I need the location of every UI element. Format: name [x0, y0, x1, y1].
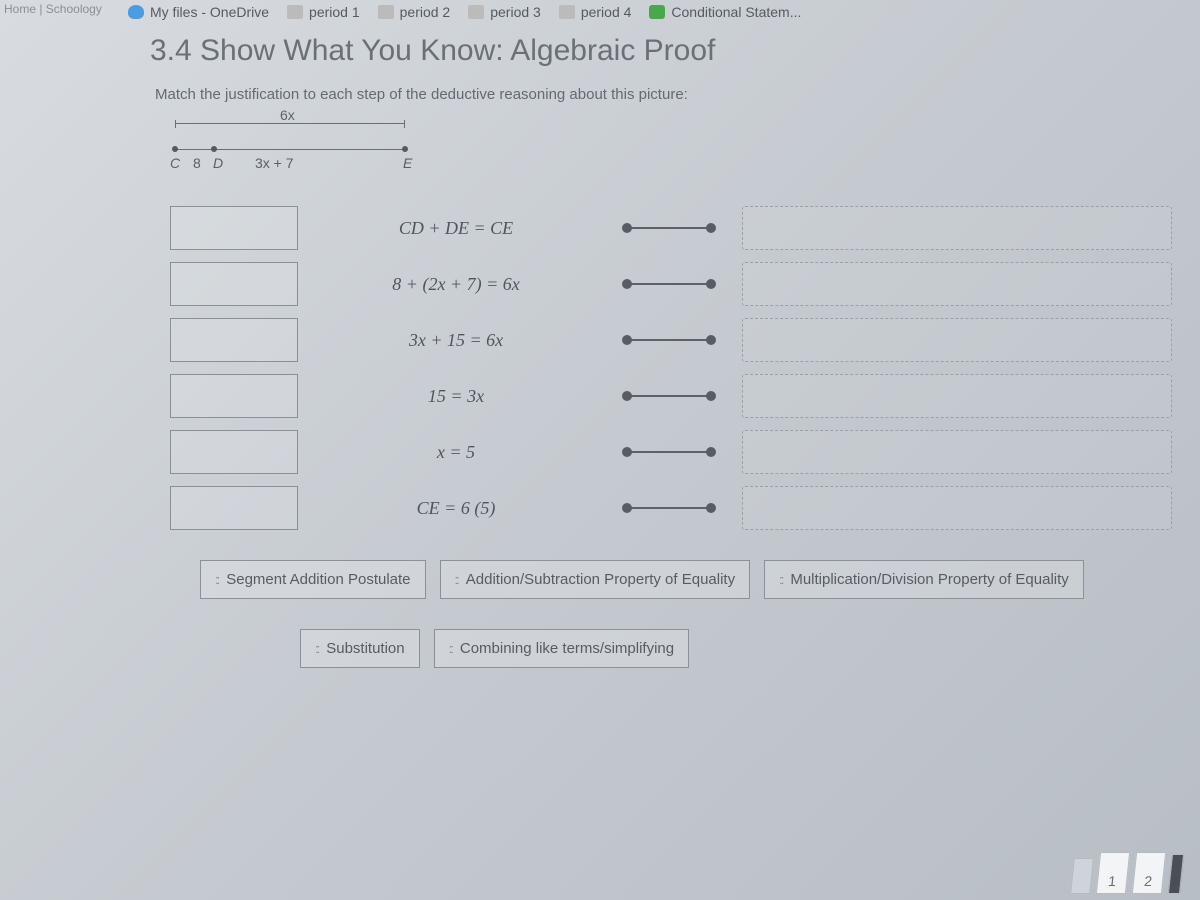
chip-label: Addition/Subtraction Property of Equalit…: [466, 571, 735, 588]
folder-icon: [287, 5, 303, 19]
bookmark-label: period 1: [309, 4, 360, 20]
bookmark-label: My files - OneDrive: [150, 4, 269, 20]
step-number-box[interactable]: [170, 206, 298, 250]
check-icon: [649, 5, 665, 19]
proof-row: 3x + 15 = 6x: [170, 318, 1200, 362]
chip-label: Segment Addition Postulate: [226, 571, 410, 588]
figure-point-d: D: [213, 155, 223, 171]
justification-dropzone[interactable]: [742, 430, 1172, 474]
bookmark-label: period 4: [581, 4, 632, 20]
bookmark-period3[interactable]: period 3: [468, 4, 541, 20]
proof-row: CE = 6 (5): [170, 486, 1200, 530]
page-title: 3.4 Show What You Know: Algebraic Proof: [0, 24, 1200, 86]
chip-segment-addition[interactable]: :: Segment Addition Postulate: [200, 560, 426, 599]
grip-icon: ::: [779, 572, 782, 587]
segment-figure: 6x C 8 D 3x + 7 E: [175, 121, 435, 181]
justification-dropzone[interactable]: [742, 206, 1172, 250]
proof-row: x = 5: [170, 430, 1200, 474]
proof-equation: CE = 6 (5): [316, 498, 596, 519]
chip-substitution[interactable]: :: Substitution: [300, 629, 420, 668]
chip-label: Multiplication/Division Property of Equa…: [790, 571, 1068, 588]
proof-equation: 15 = 3x: [316, 386, 596, 407]
grip-icon: ::: [455, 572, 458, 587]
connector-icon: [614, 494, 724, 522]
folder-icon: [468, 5, 484, 19]
page-corner: 1 2: [1072, 852, 1182, 894]
folder-icon: [378, 5, 394, 19]
connector-icon: [614, 438, 724, 466]
grip-icon: ::: [315, 641, 318, 656]
justification-dropzone[interactable]: [742, 486, 1172, 530]
chip-mult-div-equality[interactable]: :: Multiplication/Division Property of E…: [764, 560, 1084, 599]
proof-row: 15 = 3x: [170, 374, 1200, 418]
proof-equation: CD + DE = CE: [316, 218, 596, 239]
partial-text-left: Home | Schoology: [4, 2, 102, 16]
chip-label: Combining like terms/simplifying: [460, 640, 674, 657]
justification-dropzone[interactable]: [742, 374, 1172, 418]
bookmark-conditional[interactable]: Conditional Statem...: [649, 4, 801, 20]
connector-icon: [614, 382, 724, 410]
proof-equation: x = 5: [316, 442, 596, 463]
grip-icon: ::: [215, 572, 218, 587]
bookmark-label: period 2: [400, 4, 451, 20]
step-number-box[interactable]: [170, 262, 298, 306]
connector-icon: [614, 214, 724, 242]
page-edge: [1168, 854, 1184, 894]
proof-equation: 8 + (2x + 7) = 6x: [316, 274, 596, 295]
figure-seg-cd: 8: [193, 155, 201, 171]
bookmark-period2[interactable]: period 2: [378, 4, 451, 20]
chip-label: Substitution: [326, 640, 404, 657]
justification-dropzone[interactable]: [742, 262, 1172, 306]
connector-icon: [614, 326, 724, 354]
justification-dropzone[interactable]: [742, 318, 1172, 362]
bookmark-label: period 3: [490, 4, 541, 20]
figure-point-e: E: [403, 155, 412, 171]
figure-top-label: 6x: [280, 107, 295, 123]
instructions-text: Match the justification to each step of …: [0, 86, 1200, 121]
bookmark-label: Conditional Statem...: [671, 4, 801, 20]
answer-bank-row2: :: Substitution :: Combining like terms/…: [300, 629, 1000, 668]
page-1[interactable]: 1: [1096, 852, 1130, 894]
page-2[interactable]: 2: [1132, 852, 1166, 894]
folder-icon: [559, 5, 575, 19]
answer-bank: :: Segment Addition Postulate :: Additio…: [200, 560, 1160, 599]
connector-icon: [614, 270, 724, 298]
page-prev[interactable]: [1070, 858, 1094, 894]
proof-row: 8 + (2x + 7) = 6x: [170, 262, 1200, 306]
figure-seg-de: 3x + 7: [255, 155, 294, 171]
figure-point-c: C: [170, 155, 180, 171]
bookmarks-bar: My files - OneDrive period 1 period 2 pe…: [0, 0, 1200, 24]
proof-equation: 3x + 15 = 6x: [316, 330, 596, 351]
step-number-box[interactable]: [170, 318, 298, 362]
chip-combining[interactable]: :: Combining like terms/simplifying: [434, 629, 689, 668]
grip-icon: ::: [449, 641, 452, 656]
step-number-box[interactable]: [170, 430, 298, 474]
chip-add-sub-equality[interactable]: :: Addition/Subtraction Property of Equa…: [440, 560, 751, 599]
bookmark-onedrive[interactable]: My files - OneDrive: [128, 4, 269, 20]
cloud-icon: [128, 5, 144, 19]
proof-row: CD + DE = CE: [170, 206, 1200, 250]
bookmark-period4[interactable]: period 4: [559, 4, 632, 20]
step-number-box[interactable]: [170, 374, 298, 418]
bookmark-period1[interactable]: period 1: [287, 4, 360, 20]
proof-rows: CD + DE = CE 8 + (2x + 7) = 6x 3x + 15 =…: [170, 206, 1200, 530]
step-number-box[interactable]: [170, 486, 298, 530]
